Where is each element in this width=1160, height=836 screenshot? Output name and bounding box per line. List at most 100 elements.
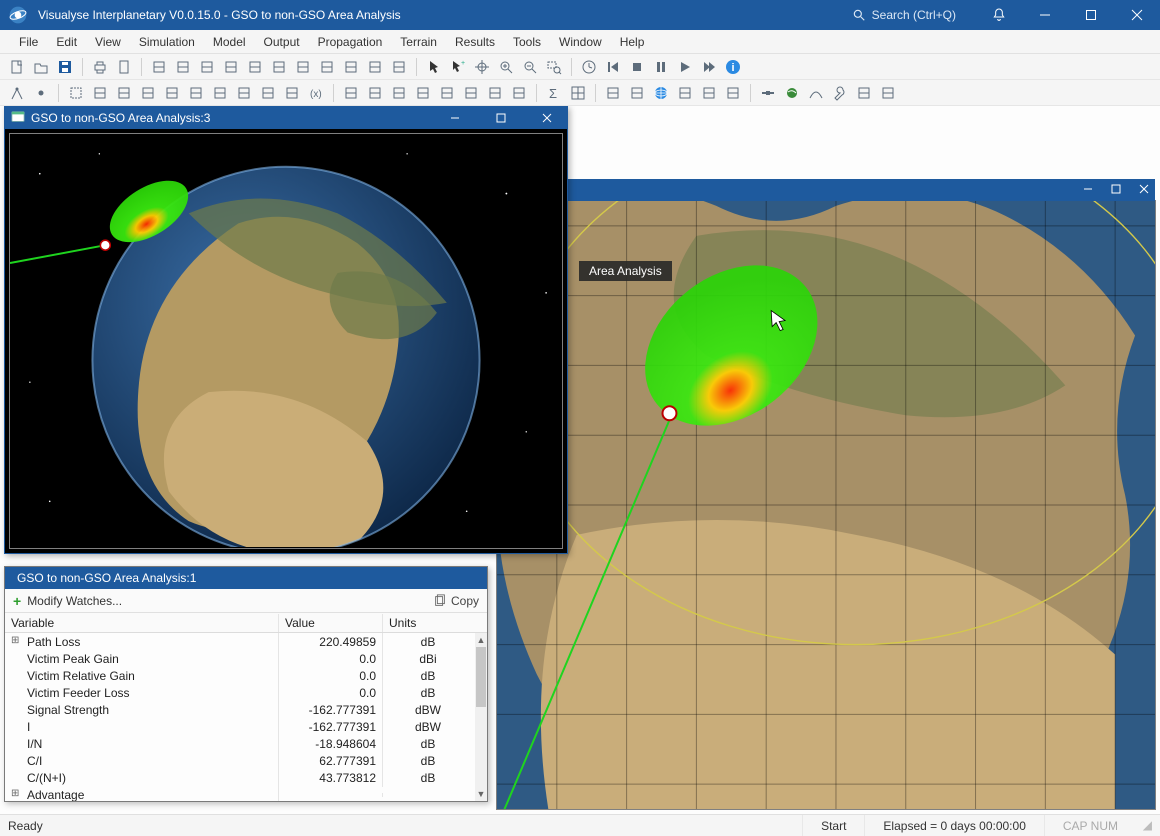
- sat-button[interactable]: [757, 82, 779, 104]
- step-back-button[interactable]: [602, 56, 624, 78]
- menu-simulation[interactable]: Simulation: [130, 32, 204, 52]
- window-3-button[interactable]: [196, 56, 218, 78]
- watch-row[interactable]: C/(N+I)43.773812dB: [5, 769, 475, 786]
- pane-maximize-icon[interactable]: [1111, 181, 1121, 199]
- panel-3-button[interactable]: [674, 82, 696, 104]
- globe-small-button[interactable]: [650, 82, 672, 104]
- save-file-button[interactable]: [54, 56, 76, 78]
- window-5-button[interactable]: [244, 56, 266, 78]
- watch-row[interactable]: Victim Relative Gain0.0dB: [5, 667, 475, 684]
- layers-button[interactable]: [233, 82, 255, 104]
- menu-help[interactable]: Help: [611, 32, 654, 52]
- link-h-button[interactable]: [89, 82, 111, 104]
- window-8-button[interactable]: [316, 56, 338, 78]
- antenna-button[interactable]: [6, 82, 28, 104]
- watch-row[interactable]: Signal Strength-162.777391dBW: [5, 701, 475, 718]
- col-variable[interactable]: Variable: [5, 614, 279, 632]
- menu-file[interactable]: File: [10, 32, 47, 52]
- menu-window[interactable]: Window: [550, 32, 611, 52]
- modify-watches-button[interactable]: Modify Watches...: [27, 594, 122, 608]
- link-v-button[interactable]: [113, 82, 135, 104]
- minimize-button[interactable]: [1022, 0, 1068, 30]
- notifications-button[interactable]: [976, 7, 1022, 23]
- buildings-1-button[interactable]: [853, 82, 875, 104]
- users-7-button[interactable]: [484, 82, 506, 104]
- watch-window[interactable]: GSO to non-GSO Area Analysis:1 + Modify …: [4, 566, 488, 802]
- zoom-in-button[interactable]: [495, 56, 517, 78]
- window-6-button[interactable]: [268, 56, 290, 78]
- crosshair-button[interactable]: [471, 56, 493, 78]
- pointer-button[interactable]: [423, 56, 445, 78]
- watch-row[interactable]: Path Loss220.49859dB: [5, 633, 475, 650]
- menu-output[interactable]: Output: [255, 32, 309, 52]
- scroll-thumb[interactable]: [476, 647, 486, 707]
- info-button[interactable]: i: [722, 56, 744, 78]
- pointer-plus-button[interactable]: +: [447, 56, 469, 78]
- globe-max-button[interactable]: [481, 107, 521, 129]
- panel-2-button[interactable]: [626, 82, 648, 104]
- scroll-down-icon[interactable]: ▼: [475, 787, 487, 801]
- plus-icon[interactable]: +: [13, 593, 21, 609]
- wrench-button[interactable]: [829, 82, 851, 104]
- list-x-button[interactable]: [185, 82, 207, 104]
- window-1-button[interactable]: [148, 56, 170, 78]
- earth-button[interactable]: [781, 82, 803, 104]
- panel-4-button[interactable]: [698, 82, 720, 104]
- users-2-button[interactable]: [364, 82, 386, 104]
- resize-grip-icon[interactable]: ◢: [1136, 818, 1152, 834]
- users-1-button[interactable]: [340, 82, 362, 104]
- menu-edit[interactable]: Edit: [47, 32, 86, 52]
- copy-button[interactable]: Copy: [433, 594, 479, 608]
- map-view-pane[interactable]: Area Analysis: [496, 200, 1156, 810]
- globe-view[interactable]: [9, 133, 563, 549]
- menu-terrain[interactable]: Terrain: [391, 32, 446, 52]
- watch-row[interactable]: C/I62.777391dB: [5, 752, 475, 769]
- users-5-button[interactable]: [436, 82, 458, 104]
- watch-row[interactable]: Victim Feeder Loss0.0dB: [5, 684, 475, 701]
- window-2-button[interactable]: [172, 56, 194, 78]
- globe-close-button[interactable]: [527, 107, 567, 129]
- panel-5-button[interactable]: [722, 82, 744, 104]
- watch-row[interactable]: I-162.777391dBW: [5, 718, 475, 735]
- buildings-2-button[interactable]: [877, 82, 899, 104]
- globe-window-titlebar[interactable]: GSO to non-GSO Area Analysis:3: [5, 107, 567, 129]
- users-8-button[interactable]: [508, 82, 530, 104]
- users-4-button[interactable]: [412, 82, 434, 104]
- fast-forward-button[interactable]: [698, 56, 720, 78]
- columns-button[interactable]: [209, 82, 231, 104]
- print-button[interactable]: [89, 56, 111, 78]
- dot-button[interactable]: [30, 82, 52, 104]
- watch-row[interactable]: Victim Peak Gain0.0dBi: [5, 650, 475, 667]
- zoom-out-button[interactable]: [519, 56, 541, 78]
- window-10-button[interactable]: [364, 56, 386, 78]
- search-box[interactable]: Search (Ctrl+Q): [852, 8, 956, 22]
- path-button[interactable]: [805, 82, 827, 104]
- clock-button[interactable]: [578, 56, 600, 78]
- watch-row[interactable]: Advantage: [5, 786, 475, 801]
- watch-scrollbar[interactable]: ▲ ▼: [475, 633, 487, 801]
- window-9-button[interactable]: [340, 56, 362, 78]
- maximize-button[interactable]: [1068, 0, 1114, 30]
- new-file-button[interactable]: [6, 56, 28, 78]
- menu-propagation[interactable]: Propagation: [309, 32, 392, 52]
- window-4-button[interactable]: [220, 56, 242, 78]
- box-button[interactable]: [65, 82, 87, 104]
- open-file-button[interactable]: [30, 56, 52, 78]
- menu-view[interactable]: View: [86, 32, 130, 52]
- scroll-up-icon[interactable]: ▲: [475, 633, 487, 647]
- panel-1-button[interactable]: [602, 82, 624, 104]
- play-button[interactable]: [674, 56, 696, 78]
- menu-tools[interactable]: Tools: [504, 32, 550, 52]
- menu-model[interactable]: Model: [204, 32, 255, 52]
- col-value[interactable]: Value: [279, 614, 383, 632]
- watch-row[interactable]: I/N-18.948604dB: [5, 735, 475, 752]
- list-dot-button[interactable]: [161, 82, 183, 104]
- paren-x-button[interactable]: (x): [305, 82, 327, 104]
- sigma-button[interactable]: Σ: [543, 82, 565, 104]
- col-units[interactable]: Units: [383, 614, 473, 632]
- pause-button[interactable]: [650, 56, 672, 78]
- window-7-button[interactable]: [292, 56, 314, 78]
- list-button[interactable]: [137, 82, 159, 104]
- zoom-area-button[interactable]: [543, 56, 565, 78]
- window-11-button[interactable]: [388, 56, 410, 78]
